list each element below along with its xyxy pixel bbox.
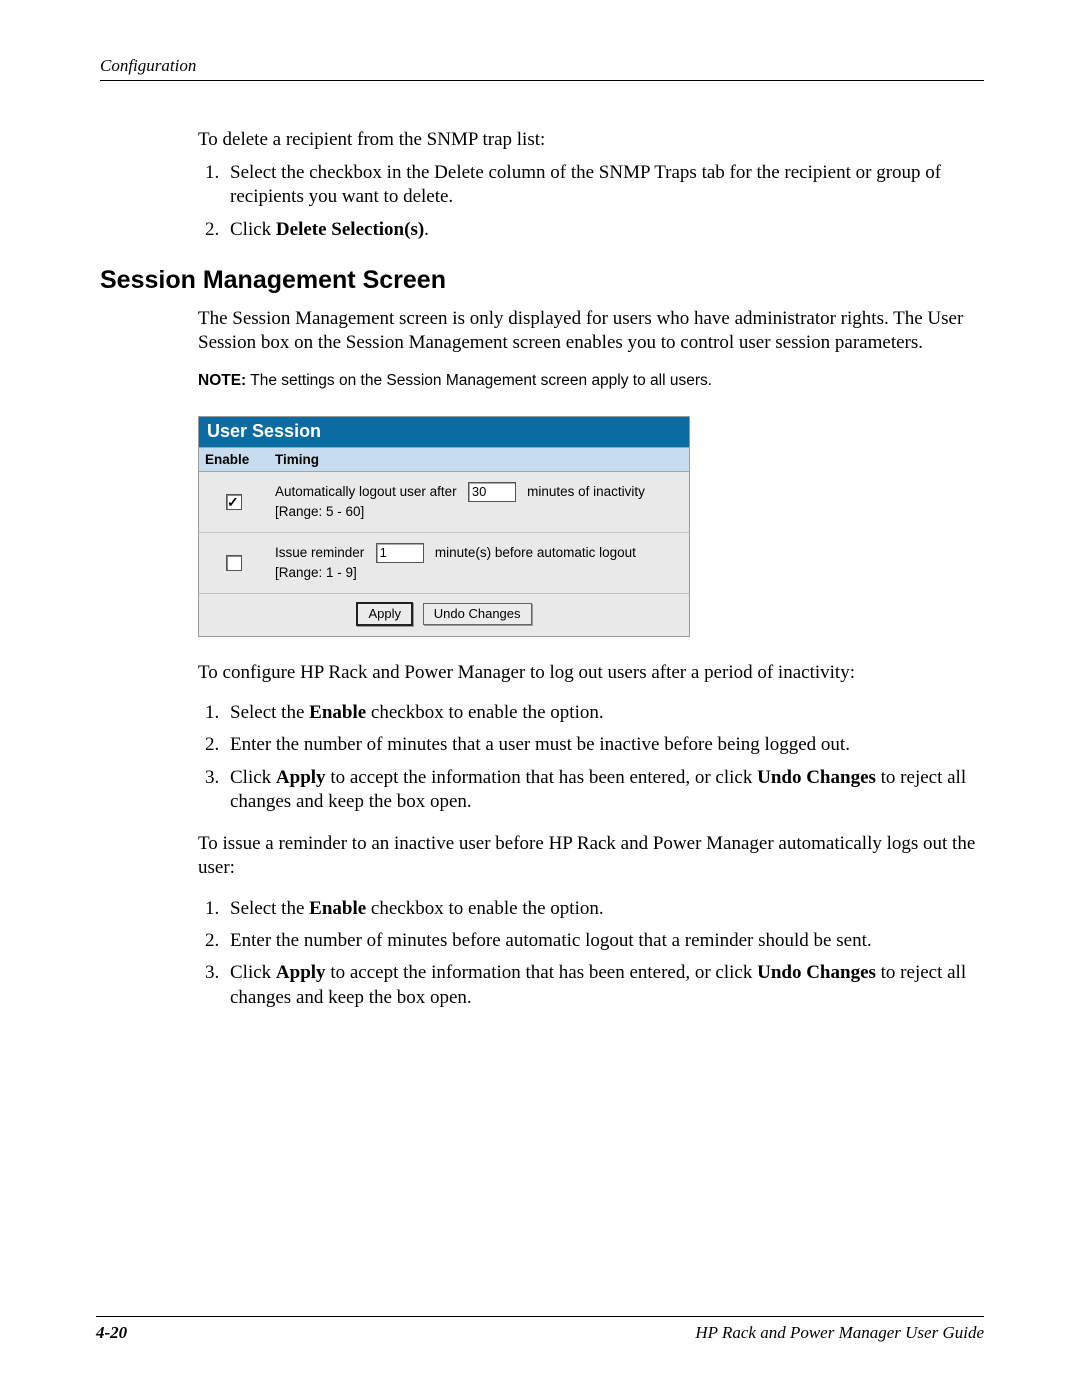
delete-recipient-steps: Select the checkbox in the Delete column… bbox=[198, 161, 984, 242]
cfg-step-2: Enter the number of minutes that a user … bbox=[224, 733, 984, 757]
note-text: The settings on the Session Management s… bbox=[246, 372, 712, 389]
apply-button[interactable]: Apply bbox=[356, 602, 413, 626]
note-label: NOTE: bbox=[198, 372, 246, 389]
section-heading: Session Management Screen bbox=[100, 266, 984, 295]
delete-recipient-intro: To delete a recipient from the SNMP trap… bbox=[198, 129, 984, 151]
rem-step-1: Select the Enable checkbox to enable the… bbox=[224, 897, 984, 921]
cfg-step-3: Click Apply to accept the information th… bbox=[224, 766, 984, 815]
col-timing: Timing bbox=[269, 447, 689, 471]
cfg-step-1: Select the Enable checkbox to enable the… bbox=[224, 701, 984, 725]
section-intro-para: The Session Management screen is only di… bbox=[198, 307, 984, 356]
guide-title: HP Rack and Power Manager User Guide bbox=[695, 1323, 984, 1343]
auto-logout-label-pre: Automatically logout user after bbox=[275, 484, 457, 499]
enable-auto-logout-checkbox[interactable] bbox=[226, 494, 242, 510]
reminder-minutes-input[interactable]: 1 bbox=[376, 543, 424, 563]
rem-step-3: Click Apply to accept the information th… bbox=[224, 961, 984, 1010]
panel-footer: Apply Undo Changes bbox=[199, 593, 689, 636]
enable-reminder-checkbox[interactable] bbox=[226, 555, 242, 571]
panel-header-row: Enable Timing bbox=[199, 447, 689, 471]
page-footer: 4-20 HP Rack and Power Manager User Guid… bbox=[96, 1307, 984, 1344]
configure-steps: Select the Enable checkbox to enable the… bbox=[198, 701, 984, 814]
running-header: Configuration bbox=[100, 56, 984, 76]
auto-logout-minutes-input[interactable]: 30 bbox=[468, 482, 516, 502]
configure-intro: To configure HP Rack and Power Manager t… bbox=[198, 661, 984, 685]
reminder-label-pre: Issue reminder bbox=[275, 545, 364, 560]
reminder-intro: To issue a reminder to an inactive user … bbox=[198, 832, 984, 881]
header-rule bbox=[100, 80, 984, 81]
user-session-panel: User Session Enable Timing Automatically… bbox=[198, 416, 690, 637]
step-2: Click Delete Selection(s). bbox=[224, 218, 984, 242]
rem-step-2: Enter the number of minutes before autom… bbox=[224, 929, 984, 953]
col-enable: Enable bbox=[199, 447, 269, 471]
note: NOTE: The settings on the Session Manage… bbox=[198, 372, 984, 390]
step-1: Select the checkbox in the Delete column… bbox=[224, 161, 984, 210]
reminder-steps: Select the Enable checkbox to enable the… bbox=[198, 897, 984, 1010]
panel-title: User Session bbox=[199, 417, 689, 447]
footer-rule bbox=[96, 1316, 984, 1317]
row-issue-reminder: Issue reminder 1 minute(s) before automa… bbox=[199, 532, 689, 593]
undo-changes-button[interactable]: Undo Changes bbox=[423, 603, 532, 625]
row-auto-logout: Automatically logout user after 30 minut… bbox=[199, 471, 689, 532]
page-number: 4-20 bbox=[96, 1323, 127, 1343]
